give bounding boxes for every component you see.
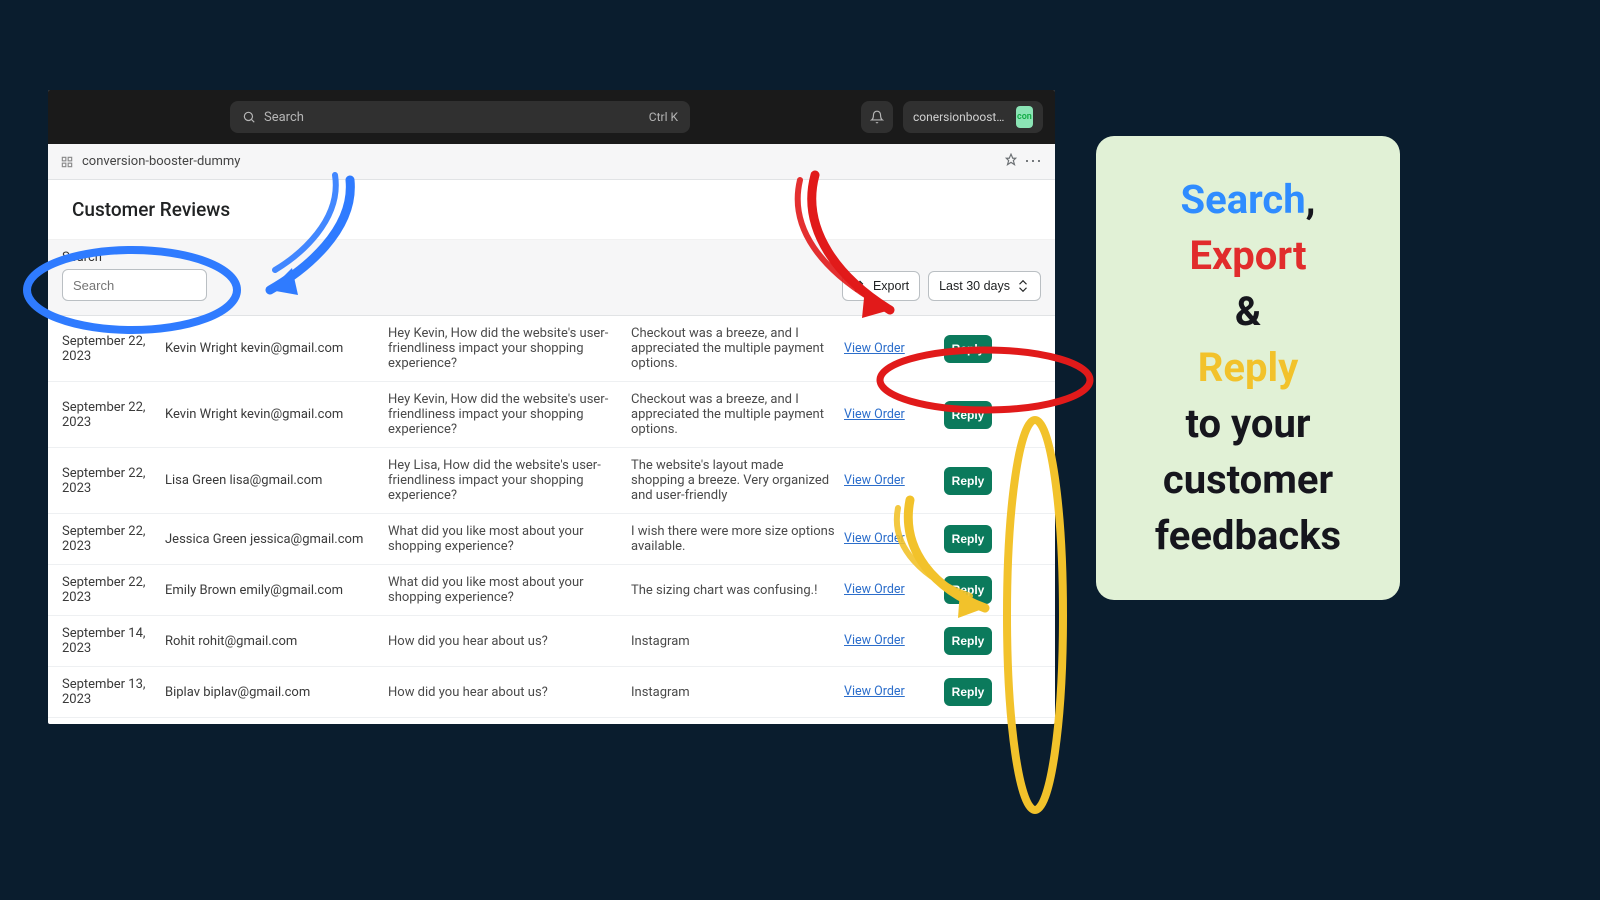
pin-icon[interactable] (1004, 153, 1018, 167)
cell-customer: Kevin Wright kevin@gmail.com (165, 341, 380, 356)
cell-answer: The website's layout made shopping a bre… (631, 458, 836, 503)
global-search[interactable]: Search Ctrl K (230, 101, 690, 133)
bell-icon (870, 110, 884, 124)
cell-question: Hey Kevin, How did the website's user-fr… (388, 392, 623, 437)
store-switcher[interactable]: conersionbooster-che… con (903, 101, 1043, 133)
view-order-link[interactable]: View Order (844, 582, 905, 597)
app-icon (60, 155, 74, 169)
cell-answer: The sizing chart was confusing.! (631, 583, 836, 598)
cell-customer: Biplav biplav@gmail.com (165, 685, 380, 700)
search-icon (242, 110, 256, 124)
reply-button[interactable]: Reply (944, 576, 992, 604)
search-label: Search (62, 250, 207, 265)
notifications-button[interactable] (861, 101, 893, 133)
view-order-link[interactable]: View Order (844, 407, 905, 422)
cell-question: How did you hear about us? (388, 685, 623, 700)
kbd-hint: Ctrl K (649, 110, 678, 124)
cell-date: September 22, 2023 (62, 524, 157, 554)
upload-icon (853, 279, 867, 293)
callout-export: Export (1189, 232, 1306, 279)
search-input[interactable] (62, 269, 207, 301)
cell-question: Hey Kevin, How did the website's user-fr… (388, 326, 623, 371)
breadcrumb[interactable]: conversion-booster-dummy (82, 154, 240, 169)
reply-button[interactable]: Reply (944, 678, 992, 706)
cell-customer: Rohit rohit@gmail.com (165, 634, 380, 649)
export-label: Export (873, 279, 909, 293)
cell-customer: Lisa Green lisa@gmail.com (165, 473, 380, 488)
cell-answer: Checkout was a breeze, and I appreciated… (631, 392, 836, 437)
date-range-label: Last 30 days (939, 279, 1010, 293)
reviews-table: September 22, 2023 Kevin Wright kevin@gm… (48, 316, 1055, 718)
cell-date: September 13, 2023 (62, 677, 157, 707)
cell-date: September 22, 2023 (62, 575, 157, 605)
avatar: con (1016, 106, 1033, 128)
view-order-link[interactable]: View Order (844, 633, 905, 648)
table-row: September 22, 2023 Lisa Green lisa@gmail… (48, 448, 1055, 514)
cell-answer: I wish there were more size options avai… (631, 524, 836, 554)
cell-question: How did you hear about us? (388, 634, 623, 649)
page-title: Customer Reviews (48, 180, 1055, 240)
reply-button[interactable]: Reply (944, 401, 992, 429)
sort-icon (1016, 279, 1030, 293)
callout-search: Search (1181, 176, 1306, 223)
cell-question: Hey Lisa, How did the website's user-fri… (388, 458, 623, 503)
export-button[interactable]: Export (842, 271, 920, 301)
callout-reply: Reply (1198, 344, 1298, 391)
store-name: conersionbooster-che… (913, 110, 1010, 124)
table-row: September 22, 2023 Kevin Wright kevin@gm… (48, 382, 1055, 448)
cell-date: September 22, 2023 (62, 334, 157, 364)
reply-button[interactable]: Reply (944, 335, 992, 363)
table-row: September 22, 2023 Kevin Wright kevin@gm… (48, 316, 1055, 382)
cell-question: What did you like most about your shoppi… (388, 524, 623, 554)
breadcrumb-bar: conversion-booster-dummy ⋯ (48, 144, 1055, 180)
cell-answer: Instagram (631, 685, 836, 700)
cell-customer: Emily Brown emily@gmail.com (165, 583, 380, 598)
view-order-link[interactable]: View Order (844, 341, 905, 356)
table-row: September 22, 2023 Emily Brown emily@gma… (48, 565, 1055, 616)
cell-date: September 22, 2023 (62, 400, 157, 430)
view-order-link[interactable]: View Order (844, 684, 905, 699)
top-bar: Search Ctrl K conersionbooster-che… con (48, 90, 1055, 144)
global-search-placeholder: Search (264, 110, 304, 125)
date-range-select[interactable]: Last 30 days (928, 271, 1041, 301)
callout-amp: & (1235, 288, 1261, 335)
reply-button[interactable]: Reply (944, 627, 992, 655)
cell-question: What did you like most about your shoppi… (388, 575, 623, 605)
cell-date: September 14, 2023 (62, 626, 157, 656)
cell-customer: Jessica Green jessica@gmail.com (165, 532, 380, 547)
table-row: September 22, 2023 Jessica Green jessica… (48, 514, 1055, 565)
view-order-link[interactable]: View Order (844, 531, 905, 546)
cell-answer: Checkout was a breeze, and I appreciated… (631, 326, 836, 371)
filter-row: Search Export Last 30 days (48, 240, 1055, 316)
cell-customer: Kevin Wright kevin@gmail.com (165, 407, 380, 422)
more-icon[interactable]: ⋯ (1024, 153, 1043, 171)
reply-button[interactable]: Reply (944, 525, 992, 553)
cell-date: September 22, 2023 (62, 466, 157, 496)
table-row: September 14, 2023 Rohit rohit@gmail.com… (48, 616, 1055, 667)
app-window: Search Ctrl K conersionbooster-che… con … (48, 90, 1055, 724)
cell-answer: Instagram (631, 634, 836, 649)
reply-button[interactable]: Reply (944, 467, 992, 495)
view-order-link[interactable]: View Order (844, 473, 905, 488)
callout-card: Search, Export & Reply to your customer … (1096, 136, 1400, 600)
table-row: September 13, 2023 Biplav biplav@gmail.c… (48, 667, 1055, 718)
